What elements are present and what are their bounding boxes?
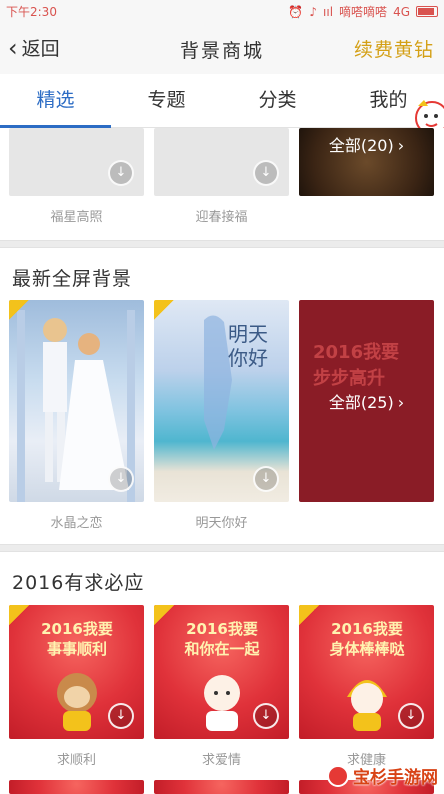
chevron-right-icon: › xyxy=(397,393,405,412)
art-text: 2016我要 身体棒棒哒 xyxy=(329,620,405,658)
status-time: 下午2:30 xyxy=(6,5,57,19)
card-caption: 水晶之恋 xyxy=(50,516,103,531)
vip-badge xyxy=(9,605,29,625)
renew-vip-button[interactable]: 续费黄钻 xyxy=(354,35,434,62)
section-title: 2016有求必应 xyxy=(12,572,145,594)
tab-topics[interactable]: 专题 xyxy=(111,74,222,127)
download-icon[interactable]: ↓ xyxy=(398,703,424,729)
card-thumb: 全部(20) › xyxy=(299,128,434,196)
vip-badge xyxy=(9,300,29,320)
tab-featured[interactable]: 精选 xyxy=(0,74,111,128)
watermark-logo-icon xyxy=(327,764,349,787)
top-row: ↓ 福星高照 ↓ 迎春接福 全部(20) › xyxy=(9,128,435,225)
card-more-new[interactable]: 2016我要 步步高升 全部(25) › xyxy=(299,300,434,531)
battery-icon xyxy=(416,6,438,17)
monkey-illustration xyxy=(57,673,97,731)
card-thumb: 2016我要 和你在一起 ↓ xyxy=(154,605,289,739)
status-icons: ⏰ ♪ ııl 嘀嗒嘀嗒 4G xyxy=(288,3,438,20)
card-peek[interactable] xyxy=(9,780,144,794)
card-love[interactable]: 2016我要 和你在一起 ↓ 求爱情 xyxy=(154,605,289,768)
site-watermark: 宝杉手游网 xyxy=(327,763,438,788)
card-thumb: ↓ xyxy=(9,128,144,196)
chevron-right-icon: › xyxy=(397,136,405,155)
card-more-top[interactable]: 全部(20) › xyxy=(299,128,434,225)
vip-badge xyxy=(154,300,174,320)
carrier-label: 嘀嗒嘀嗒 xyxy=(339,5,388,19)
divider xyxy=(0,240,444,248)
card-thumb xyxy=(9,780,144,794)
section-2016-header: 2016有求必应 xyxy=(0,552,444,608)
signal-text: ııl xyxy=(323,4,334,19)
art-text: 2016我要 和你在一起 xyxy=(184,620,260,658)
download-icon[interactable]: ↓ xyxy=(253,703,279,729)
more-label: 全部(25) › xyxy=(328,393,405,412)
download-icon[interactable]: ↓ xyxy=(253,160,279,186)
section-title: 最新全屏背景 xyxy=(12,268,133,290)
section-2016-row: 2016我要 事事顺利 ↓ 求顺利 2016我要 和你在一起 ↓ 求爱情 201… xyxy=(9,605,435,768)
card-thumb: 明天 你好 ↓ xyxy=(154,300,289,502)
download-icon[interactable]: ↓ xyxy=(108,160,134,186)
art-text: 2016我要 事事顺利 xyxy=(41,620,113,658)
network-label: 4G xyxy=(393,4,410,19)
card-thumb: 2016我要 事事顺利 ↓ xyxy=(9,605,144,739)
card-smooth[interactable]: 2016我要 事事顺利 ↓ 求顺利 xyxy=(9,605,144,768)
art-text: 2016我要 步步高升 xyxy=(313,342,400,389)
card-caption: 求顺利 xyxy=(56,753,96,768)
content-scroll[interactable]: ↓ 福星高照 ↓ 迎春接福 全部(20) › 最新全屏背景 ↓ 水晶之恋 明天 … xyxy=(0,128,444,794)
download-icon[interactable]: ↓ xyxy=(253,466,279,492)
mute-icon: ♪ xyxy=(309,4,318,19)
download-icon[interactable]: ↓ xyxy=(108,703,134,729)
card-caption: 迎春接福 xyxy=(195,210,248,225)
card-thumb: ↓ xyxy=(154,128,289,196)
tab-categories[interactable]: 分类 xyxy=(222,74,333,127)
alarm-icon: ⏰ xyxy=(288,4,304,19)
card-thumb: 2016我要 步步高升 全部(25) › xyxy=(299,300,434,502)
card-yingchun[interactable]: ↓ 迎春接福 xyxy=(154,128,289,225)
vip-badge xyxy=(299,605,319,625)
download-icon[interactable]: ↓ xyxy=(108,466,134,492)
card-caption: 求爱情 xyxy=(201,753,241,768)
card-fuxing[interactable]: ↓ 福星高照 xyxy=(9,128,144,225)
card-crystal-love[interactable]: ↓ 水晶之恋 xyxy=(9,300,144,531)
more-label: 全部(20) › xyxy=(328,136,405,155)
card-hello-tomorrow[interactable]: 明天 你好 ↓ 明天你好 xyxy=(154,300,289,531)
divider xyxy=(0,544,444,552)
nav-bar: ‹ 返回 背景商城 续费黄钻 xyxy=(0,22,444,74)
card-health[interactable]: 2016我要 身体棒棒哒 ↓ 求健康 xyxy=(299,605,434,768)
status-bar: 下午2:30 ⏰ ♪ ııl 嘀嗒嘀嗒 4G xyxy=(0,0,444,22)
girl-illustration xyxy=(347,680,387,731)
art-text: 明天 你好 xyxy=(228,322,268,370)
section-new-row: ↓ 水晶之恋 明天 你好 ↓ 明天你好 2016我要 步步高升 全部(25) › xyxy=(9,300,435,531)
card-peek[interactable] xyxy=(154,780,289,794)
card-thumb: ↓ xyxy=(9,300,144,502)
card-thumb xyxy=(154,780,289,794)
card-thumb: 2016我要 身体棒棒哒 ↓ xyxy=(299,605,434,739)
tab-bar: 精选 专题 分类 我的 xyxy=(0,74,444,128)
vip-badge xyxy=(154,605,174,625)
card-caption: 福星高照 xyxy=(50,210,103,225)
card-caption: 明天你好 xyxy=(195,516,248,531)
section-new-header: 最新全屏背景 xyxy=(0,248,444,304)
cupid-illustration xyxy=(204,675,240,731)
